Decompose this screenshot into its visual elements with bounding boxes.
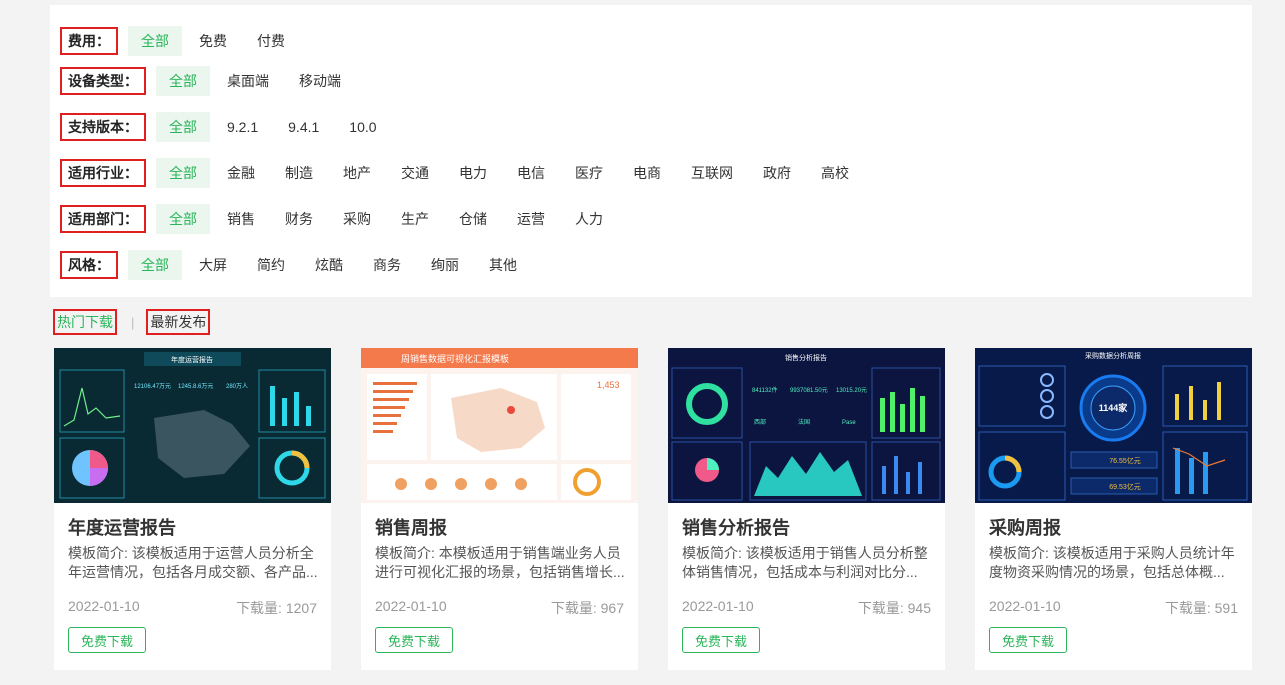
department-option-finance[interactable]: 财务 — [272, 204, 326, 234]
filter-label-department: 适用部门： — [60, 205, 146, 233]
thumb-value-5: 法国 — [798, 418, 810, 426]
industry-option-power[interactable]: 电力 — [446, 158, 500, 188]
version-option-all[interactable]: 全部 — [156, 112, 210, 142]
filter-label-fee: 费用： — [60, 27, 118, 55]
card-title[interactable]: 销售周报 — [375, 514, 447, 540]
card-download-count: 下载量: 945 — [857, 600, 931, 616]
industry-option-telecom[interactable]: 电信 — [504, 158, 558, 188]
thumb-value-4: 西部 — [754, 418, 766, 426]
thumb-value-2: 9937081.50元 — [790, 387, 828, 394]
style-option-gorgeous[interactable]: 绚丽 — [418, 250, 472, 280]
filter-row-device: 设备类型： 全部 桌面端 移动端 — [60, 65, 358, 97]
template-card[interactable]: 周销售数据可视化汇报模板 1,453 销售周报 模板简介: 本模板适用于销售端业… — [361, 348, 638, 670]
version-option-100[interactable]: 10.0 — [336, 112, 389, 142]
thumb-value-1: 1144家 — [1099, 402, 1129, 413]
template-thumbnail-weekly-sales[interactable]: 周销售数据可视化汇报模板 1,453 — [361, 348, 638, 503]
thumb-value-3: 69.53亿元 — [1109, 482, 1141, 491]
card-date: 2022-01-10 — [682, 598, 754, 614]
free-download-button[interactable]: 免费下载 — [375, 627, 453, 653]
style-option-cool[interactable]: 炫酷 — [302, 250, 356, 280]
free-download-button[interactable]: 免费下载 — [682, 627, 760, 653]
filter-label-device: 设备类型： — [60, 67, 146, 95]
filter-panel: 费用： 全部 免费 付费 设备类型： 全部 桌面端 移动端 支持版本： 全部 9… — [50, 5, 1252, 297]
card-download-count: 下载量: 1207 — [236, 600, 317, 616]
style-option-all[interactable]: 全部 — [128, 250, 182, 280]
version-option-921[interactable]: 9.2.1 — [214, 112, 271, 142]
department-option-purchasing[interactable]: 采购 — [330, 204, 384, 234]
card-title[interactable]: 年度运营报告 — [68, 514, 176, 540]
free-download-button[interactable]: 免费下载 — [989, 627, 1067, 653]
card-title[interactable]: 销售分析报告 — [682, 514, 790, 540]
sort-bar: 热门下载 | 最新发布 — [53, 309, 211, 335]
thumb-heading: 销售分析报告 — [785, 353, 827, 362]
card-date: 2022-01-10 — [989, 598, 1061, 614]
thumb-value-1: 12106.47万元 — [134, 383, 171, 390]
department-option-production[interactable]: 生产 — [388, 204, 442, 234]
industry-option-finance[interactable]: 金融 — [214, 158, 268, 188]
industry-option-real-estate[interactable]: 地产 — [330, 158, 384, 188]
style-option-business[interactable]: 商务 — [360, 250, 414, 280]
device-option-desktop[interactable]: 桌面端 — [214, 66, 282, 96]
sort-tab-latest[interactable]: 最新发布 — [146, 309, 211, 335]
industry-option-all[interactable]: 全部 — [156, 158, 210, 188]
industry-option-university[interactable]: 高校 — [808, 158, 862, 188]
thumb-value-3: 13015.20元 — [836, 387, 867, 394]
device-option-all[interactable]: 全部 — [156, 66, 210, 96]
card-download-count: 下载量: 967 — [550, 600, 624, 616]
device-option-mobile[interactable]: 移动端 — [286, 66, 354, 96]
thumb-heading: 年度运营报告 — [171, 355, 213, 364]
fee-option-paid[interactable]: 付费 — [244, 26, 298, 56]
department-option-operations[interactable]: 运营 — [504, 204, 558, 234]
thumb-value-3: 280万人 — [226, 383, 248, 390]
style-option-big-screen[interactable]: 大屏 — [186, 250, 240, 280]
industry-option-ecommerce[interactable]: 电商 — [620, 158, 674, 188]
template-card[interactable]: 年度运营报告 12106.47万元 1245.8.6万元 280万人 年度运营报… — [54, 348, 331, 670]
filter-row-style: 风格： 全部 大屏 简约 炫酷 商务 绚丽 其他 — [60, 249, 534, 281]
department-option-hr[interactable]: 人力 — [562, 204, 616, 234]
thumb-value-6: Pase — [842, 420, 856, 426]
industry-option-internet[interactable]: 互联网 — [678, 158, 746, 188]
fee-option-all[interactable]: 全部 — [128, 26, 182, 56]
department-option-sales[interactable]: 销售 — [214, 204, 268, 234]
thumb-value-1: 841132件 — [752, 386, 778, 394]
industry-option-manufacturing[interactable]: 制造 — [272, 158, 326, 188]
filter-row-fee: 费用： 全部 免费 付费 — [60, 25, 302, 57]
filter-row-version: 支持版本： 全部 9.2.1 9.4.1 10.0 — [60, 111, 394, 143]
department-option-warehouse[interactable]: 仓储 — [446, 204, 500, 234]
thumb-heading: 采购数据分析周报 — [1085, 351, 1141, 360]
card-description: 模板简介: 该模板适用于采购人员统计年度物资采购情况的场景，包括总体概... — [989, 545, 1235, 580]
department-option-all[interactable]: 全部 — [156, 204, 210, 234]
thumb-value-2: 76.55亿元 — [1109, 456, 1141, 465]
card-description: 模板简介: 本模板适用于销售端业务人员进行可视化汇报的场景，包括销售增长... — [375, 545, 625, 580]
industry-option-medical[interactable]: 医疗 — [562, 158, 616, 188]
style-option-other[interactable]: 其他 — [476, 250, 530, 280]
template-card[interactable]: 采购数据分析周报 1144家 76.55亿元 69.53亿元 采购周报 模板简介… — [975, 348, 1252, 670]
card-title[interactable]: 采购周报 — [989, 514, 1061, 540]
sort-tab-hot-downloads[interactable]: 热门下载 — [53, 309, 117, 335]
template-thumbnail-annual-ops[interactable]: 年度运营报告 12106.47万元 1245.8.6万元 280万人 — [54, 348, 331, 503]
filter-label-style: 风格： — [60, 251, 118, 279]
industry-option-government[interactable]: 政府 — [750, 158, 804, 188]
thumb-value-2: 1245.8.6万元 — [178, 383, 213, 390]
card-date: 2022-01-10 — [68, 598, 140, 614]
free-download-button[interactable]: 免费下载 — [68, 627, 146, 653]
filter-label-version: 支持版本： — [60, 113, 146, 141]
template-thumbnail-purchase-weekly[interactable]: 采购数据分析周报 1144家 76.55亿元 69.53亿元 — [975, 348, 1252, 503]
filter-row-department: 适用部门： 全部 销售 财务 采购 生产 仓储 运营 人力 — [60, 203, 620, 235]
template-thumbnail-sales-analysis[interactable]: 销售分析报告 841132件 9937081.50元 13015.20元 西部 … — [668, 348, 945, 503]
card-date: 2022-01-10 — [375, 598, 447, 614]
sort-separator: | — [131, 314, 135, 330]
card-download-count: 下载量: 591 — [1164, 600, 1238, 616]
filter-row-industry: 适用行业： 全部 金融 制造 地产 交通 电力 电信 医疗 电商 互联网 政府 … — [60, 157, 866, 189]
thumb-heading: 周销售数据可视化汇报模板 — [401, 353, 509, 364]
thumb-value-1: 1,453 — [597, 380, 620, 390]
version-option-941[interactable]: 9.4.1 — [275, 112, 332, 142]
card-description: 模板简介: 该模板适用于运营人员分析全年运营情况，包括各月成交额、各产品... — [68, 545, 318, 580]
style-option-simple[interactable]: 简约 — [244, 250, 298, 280]
filter-label-industry: 适用行业： — [60, 159, 146, 187]
card-description: 模板简介: 该模板适用于销售人员分析整体销售情况，包括成本与利润对比分... — [682, 545, 928, 580]
fee-option-free[interactable]: 免费 — [186, 26, 240, 56]
template-card[interactable]: 销售分析报告 841132件 9937081.50元 13015.20元 西部 … — [668, 348, 945, 670]
industry-option-transport[interactable]: 交通 — [388, 158, 442, 188]
